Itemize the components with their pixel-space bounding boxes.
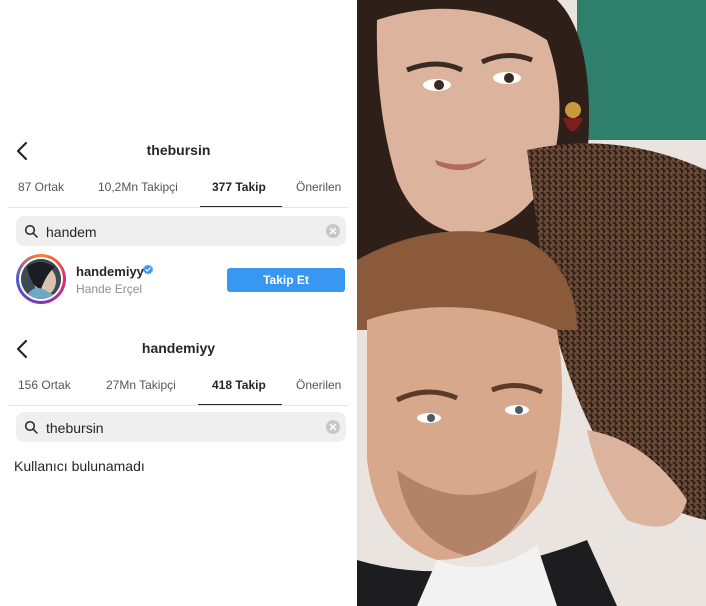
no-results-message: Kullanıcı bulunamadı — [14, 458, 145, 474]
search-bar[interactable] — [16, 412, 346, 442]
search-icon — [24, 420, 38, 434]
profile-following-panel-top: thebursin 87 Ortak 10,2Mn Takipçi 377 Ta… — [0, 120, 357, 304]
tab-mutual[interactable]: 156 Ortak — [18, 378, 71, 392]
tab-suggested[interactable]: Önerilen — [296, 378, 341, 392]
search-input[interactable] — [44, 221, 328, 243]
active-tab-indicator — [198, 404, 282, 405]
follow-button[interactable]: Takip Et — [227, 268, 345, 292]
profile-username-title: thebursin — [146, 142, 211, 158]
clear-icon[interactable] — [326, 224, 340, 238]
result-username: handemiyy — [76, 264, 144, 279]
avatar-photo — [21, 259, 61, 299]
avatar[interactable] — [16, 254, 66, 304]
screenshot-panel-left: thebursin 87 Ortak 10,2Mn Takipçi 377 Ta… — [0, 0, 357, 606]
result-full-name: Hande Erçel — [76, 282, 143, 296]
profile-header: handemiyy — [0, 318, 357, 378]
active-tab-indicator — [200, 206, 282, 207]
tab-mutual[interactable]: 87 Ortak — [18, 180, 64, 194]
search-icon — [24, 224, 38, 238]
search-bar[interactable] — [16, 216, 346, 246]
tab-suggested[interactable]: Önerilen — [296, 180, 341, 194]
profile-tabs: 87 Ortak 10,2Mn Takipçi 377 Takip Öneril… — [0, 180, 357, 208]
tabs-divider — [8, 405, 349, 406]
tab-following[interactable]: 377 Takip — [212, 180, 266, 194]
profile-tabs: 156 Ortak 27Mn Takipçi 418 Takip Önerile… — [0, 378, 357, 406]
search-input[interactable] — [44, 417, 328, 439]
tabs-divider — [8, 207, 349, 208]
profile-following-panel-bottom: handemiyy 156 Ortak 27Mn Takipçi 418 Tak… — [0, 318, 357, 474]
tab-followers[interactable]: 27Mn Takipçi — [106, 378, 176, 392]
clear-icon[interactable] — [326, 420, 340, 434]
tab-following[interactable]: 418 Takip — [212, 378, 266, 392]
profile-header: thebursin — [0, 120, 357, 180]
verified-badge-icon — [143, 264, 153, 275]
tab-followers[interactable]: 10,2Mn Takipçi — [98, 180, 178, 194]
profile-username-title: handemiyy — [141, 340, 216, 356]
couple-photo — [357, 0, 706, 606]
search-result-row[interactable]: handemiyy Hande Erçel Takip Et — [16, 254, 346, 306]
